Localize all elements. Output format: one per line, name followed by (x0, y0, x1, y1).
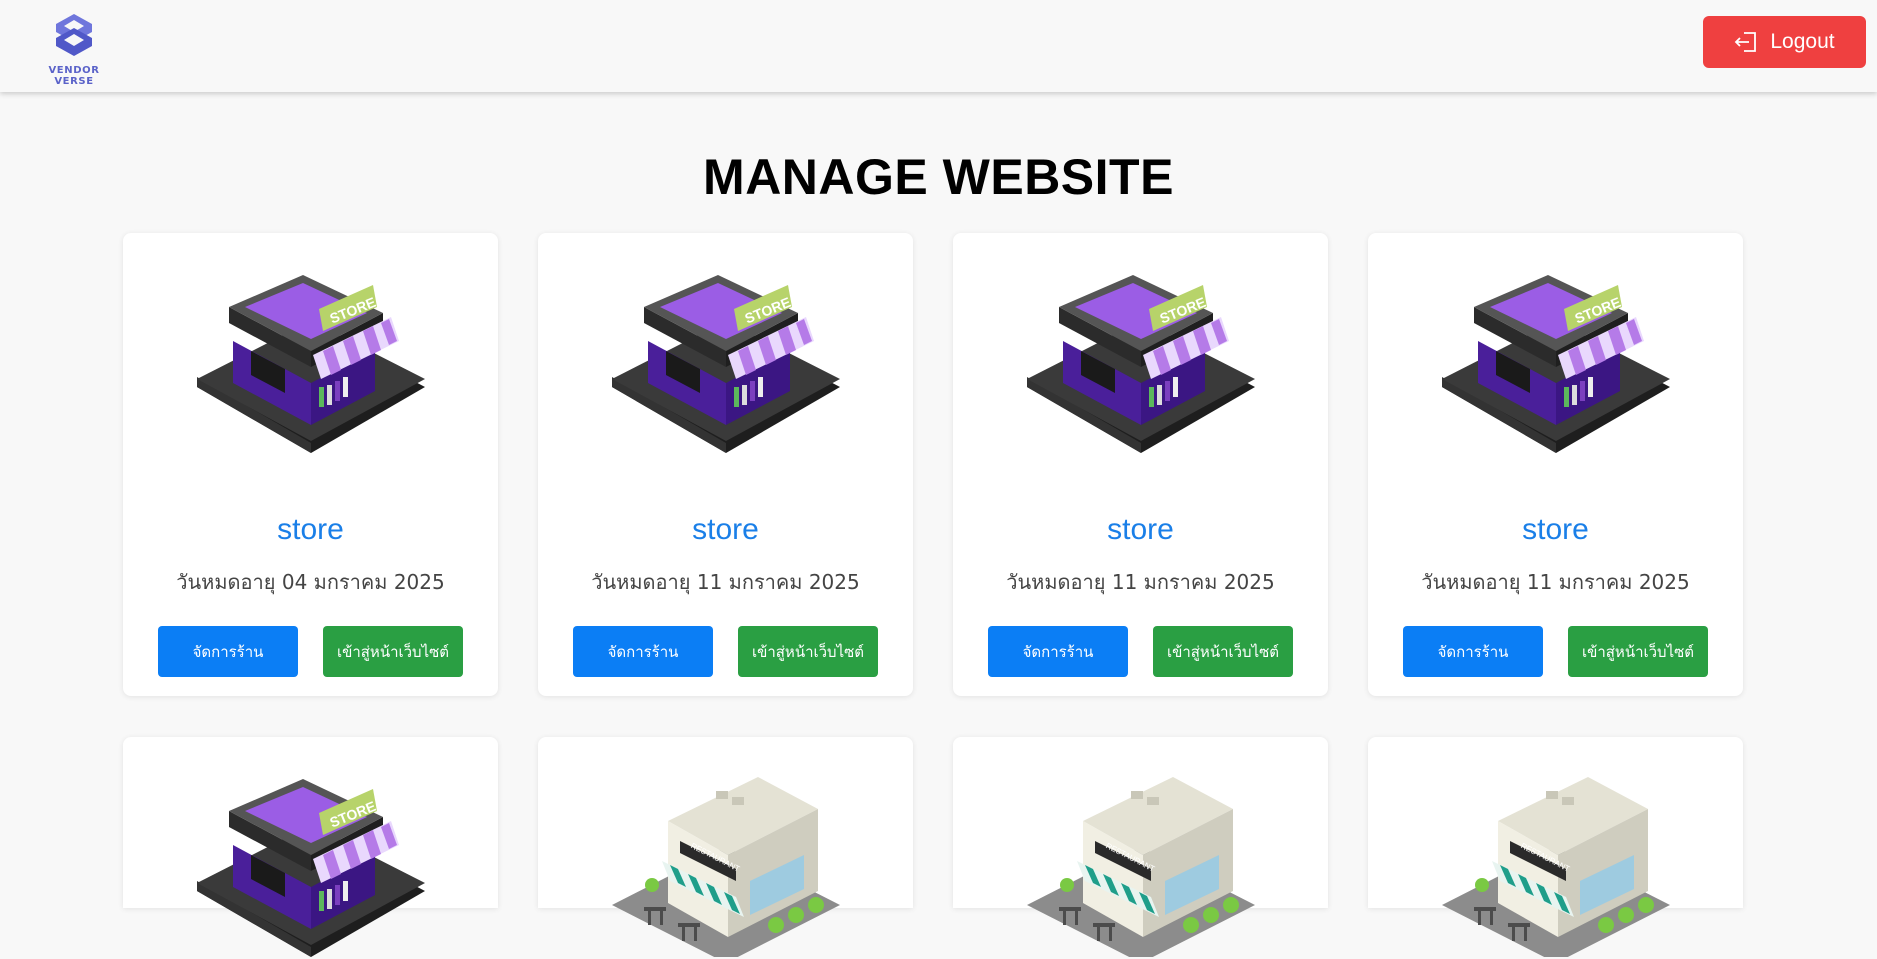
logout-button[interactable]: Logout (1703, 16, 1866, 68)
restaurant-card (538, 737, 913, 908)
restaurant-card (953, 737, 1328, 908)
visit-website-button[interactable]: เข้าสู่หน้าเว็บไซต์ (738, 626, 878, 677)
store-name: store (277, 513, 344, 546)
logo-mark-icon (56, 14, 92, 56)
store-card (123, 737, 498, 908)
store-grid: store วันหมดอายุ 04 มกราคม 2025 จัดการร้… (0, 0, 1877, 908)
store-card: store วันหมดอายุ 04 มกราคม 2025 จัดการร้… (123, 233, 498, 696)
manage-store-button[interactable]: จัดการร้าน (573, 626, 713, 677)
logout-label: Logout (1770, 30, 1835, 53)
store-card: store วันหมดอายุ 11 มกราคม 2025 จัดการร้… (1368, 233, 1743, 696)
store-name: store (1107, 513, 1174, 546)
store-card: store วันหมดอายุ 11 มกราคม 2025 จัดการร้… (953, 233, 1328, 696)
manage-store-button[interactable]: จัดการร้าน (158, 626, 298, 677)
visit-website-button[interactable]: เข้าสู่หน้าเว็บไซต์ (1568, 626, 1708, 677)
store-card: store วันหมดอายุ 11 มกราคม 2025 จัดการร้… (538, 233, 913, 696)
store-expiry: วันหมดอายุ 11 มกราคม 2025 (1006, 570, 1275, 594)
store-name: store (692, 513, 759, 546)
store-illustration (193, 779, 429, 959)
store-expiry: วันหมดอายุ 04 มกราคม 2025 (176, 570, 445, 594)
top-header: VENDOR VERSE Logout (0, 0, 1877, 92)
restaurant-illustration (1023, 777, 1259, 957)
manage-store-button[interactable]: จัดการร้าน (1403, 626, 1543, 677)
store-expiry: วันหมดอายุ 11 มกราคม 2025 (591, 570, 860, 594)
store-illustration (1023, 275, 1259, 455)
store-illustration (193, 275, 429, 455)
store-illustration (1438, 275, 1674, 455)
restaurant-illustration (608, 777, 844, 957)
restaurant-illustration (1438, 777, 1674, 957)
logout-icon (1735, 32, 1757, 52)
logo-text: VENDOR VERSE (48, 65, 100, 87)
visit-website-button[interactable]: เข้าสู่หน้าเว็บไซต์ (1153, 626, 1293, 677)
vendor-verse-logo[interactable]: VENDOR VERSE (30, 12, 118, 87)
store-name: store (1522, 513, 1589, 546)
store-illustration (608, 275, 844, 455)
restaurant-card (1368, 737, 1743, 908)
manage-store-button[interactable]: จัดการร้าน (988, 626, 1128, 677)
visit-website-button[interactable]: เข้าสู่หน้าเว็บไซต์ (323, 626, 463, 677)
store-expiry: วันหมดอายุ 11 มกราคม 2025 (1421, 570, 1690, 594)
